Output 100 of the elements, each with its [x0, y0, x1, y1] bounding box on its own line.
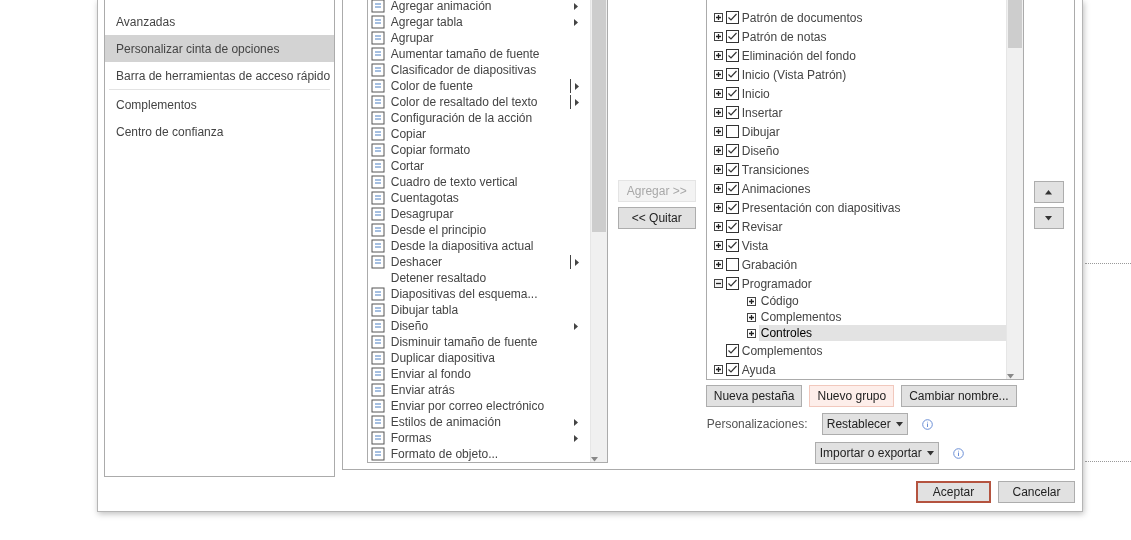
group-item[interactable]: Controles: [758, 325, 1006, 341]
tab-item[interactable]: Programador: [741, 276, 812, 291]
tab-item[interactable]: Grabación: [741, 257, 798, 272]
command-item[interactable]: Enviar atrás: [390, 383, 568, 397]
move-up-button[interactable]: [1033, 181, 1064, 203]
checkbox[interactable]: [725, 277, 739, 290]
expand-icon[interactable]: [713, 222, 723, 231]
command-row[interactable]: Duplicar diapositiva: [367, 350, 590, 366]
tree-action-button[interactable]: Nueva pestaña: [705, 385, 803, 407]
checkbox[interactable]: [725, 49, 739, 62]
command-item[interactable]: Formato de objeto...: [390, 447, 568, 461]
tree-row[interactable]: Complementos: [713, 341, 1006, 360]
reset-dropdown[interactable]: Restablecer: [821, 413, 908, 435]
command-row[interactable]: Disminuir tamaño de fuente: [367, 334, 590, 350]
scrollbar-thumb[interactable]: [591, 0, 606, 232]
checkbox[interactable]: [725, 239, 739, 252]
command-row[interactable]: Configuración de la acción: [367, 110, 590, 126]
command-item[interactable]: Diseño: [390, 319, 568, 333]
tree-row[interactable]: Diseño: [713, 141, 1006, 160]
collapse-icon[interactable]: [713, 279, 723, 288]
command-row[interactable]: Agrupar: [367, 30, 590, 46]
command-row[interactable]: Aumentar tamaño de fuente: [367, 46, 590, 62]
expand-icon[interactable]: [746, 312, 756, 322]
tab-item[interactable]: Inicio (Vista Patrón): [741, 67, 847, 82]
tab-item[interactable]: Animaciones: [741, 181, 811, 196]
command-row[interactable]: Copiar: [367, 126, 590, 142]
tree-row[interactable]: Programador: [713, 274, 1006, 293]
expand-icon[interactable]: [713, 32, 723, 41]
tree-row[interactable]: Transiciones: [713, 160, 1006, 179]
command-row[interactable]: Copiar formato: [367, 142, 590, 158]
tab-item[interactable]: Transiciones: [741, 162, 810, 177]
tree-row[interactable]: Patrón de documentos: [713, 8, 1006, 27]
checkbox[interactable]: [725, 11, 739, 24]
checkbox[interactable]: [725, 163, 739, 176]
command-item[interactable]: Copiar: [390, 127, 568, 141]
tab-item[interactable]: Patrón de notas: [741, 29, 827, 44]
remove-button[interactable]: << Quitar: [617, 207, 696, 229]
scrollbar[interactable]: [589, 0, 607, 462]
sidebar-item[interactable]: Avanzadas: [105, 8, 334, 35]
command-row[interactable]: Desde el principio: [367, 222, 590, 238]
sidebar-item[interactable]: Complementos: [105, 91, 334, 118]
command-row[interactable]: Detener resaltado: [367, 270, 590, 286]
tree-row[interactable]: Grabación: [713, 255, 1006, 274]
command-item[interactable]: Dibujar tabla: [390, 303, 568, 317]
command-row[interactable]: Formas: [367, 430, 590, 446]
command-item[interactable]: Agregar animación: [390, 0, 568, 13]
tab-item[interactable]: Ayuda: [741, 362, 776, 377]
command-item[interactable]: Desde el principio: [390, 223, 568, 237]
tab-item[interactable]: Revisar: [741, 219, 783, 234]
command-row[interactable]: Cuadro de texto vertical: [367, 174, 590, 190]
checkbox[interactable]: [725, 125, 739, 138]
checkbox[interactable]: [725, 30, 739, 43]
tree-row[interactable]: Patrón de notas: [713, 27, 1006, 46]
command-row[interactable]: Agregar tabla: [367, 14, 590, 30]
command-item[interactable]: Configuración de la acción: [390, 111, 568, 125]
command-item[interactable]: Aumentar tamaño de fuente: [390, 47, 568, 61]
expand-icon[interactable]: [713, 184, 723, 193]
command-row[interactable]: Diapositivas del esquema...: [367, 286, 590, 302]
command-item[interactable]: Detener resaltado: [390, 271, 568, 285]
expand-icon[interactable]: [746, 296, 756, 306]
tree-row[interactable]: Revisar: [713, 217, 1006, 236]
tree-row[interactable]: Presentación con diapositivas: [713, 198, 1006, 217]
checkbox[interactable]: [725, 106, 739, 119]
command-row[interactable]: Cuentagotas: [367, 190, 590, 206]
command-row[interactable]: Diseño: [367, 318, 590, 334]
command-item[interactable]: Cortar: [390, 159, 568, 173]
command-row[interactable]: Formato de objeto...: [367, 446, 590, 462]
tab-item[interactable]: Inicio: [741, 86, 770, 101]
command-item[interactable]: Clasificador de diapositivas: [390, 63, 568, 77]
command-row[interactable]: Clasificador de diapositivas: [367, 62, 590, 78]
checkbox[interactable]: [725, 144, 739, 157]
command-row[interactable]: Enviar atrás: [367, 382, 590, 398]
checkbox[interactable]: [725, 182, 739, 195]
checkbox[interactable]: [725, 258, 739, 271]
command-row[interactable]: Desde la diapositiva actual: [367, 238, 590, 254]
checkbox[interactable]: [725, 344, 739, 357]
command-item[interactable]: Deshacer: [390, 255, 568, 269]
expand-icon[interactable]: [713, 165, 723, 174]
command-item[interactable]: Desagrupar: [390, 207, 568, 221]
command-item[interactable]: Agrupar: [390, 31, 568, 45]
checkbox[interactable]: [725, 363, 739, 376]
sidebar-item[interactable]: Barra de herramientas de acceso rápido: [105, 62, 334, 89]
ok-button[interactable]: Aceptar: [916, 481, 991, 503]
tab-item[interactable]: Presentación con diapositivas: [741, 200, 901, 215]
command-item[interactable]: Color de fuente: [390, 79, 568, 93]
tree-action-button[interactable]: Cambiar nombre...: [901, 385, 1017, 407]
tree-row[interactable]: Inicio: [713, 84, 1006, 103]
tree-action-button[interactable]: Nuevo grupo: [809, 385, 895, 407]
checkbox[interactable]: [725, 220, 739, 233]
tree-row[interactable]: Ayuda: [713, 360, 1006, 379]
command-item[interactable]: Estilos de animación: [390, 415, 568, 429]
tree-row[interactable]: Vista: [713, 236, 1006, 255]
scrollbar[interactable]: [1005, 0, 1023, 379]
import-export-dropdown[interactable]: Importar o exportar: [814, 442, 939, 464]
command-row[interactable]: Agregar animación: [367, 0, 590, 14]
checkbox[interactable]: [725, 201, 739, 214]
expand-icon[interactable]: [713, 241, 723, 250]
command-item[interactable]: Disminuir tamaño de fuente: [390, 335, 568, 349]
expand-icon[interactable]: [713, 146, 723, 155]
expand-icon[interactable]: [713, 365, 723, 374]
